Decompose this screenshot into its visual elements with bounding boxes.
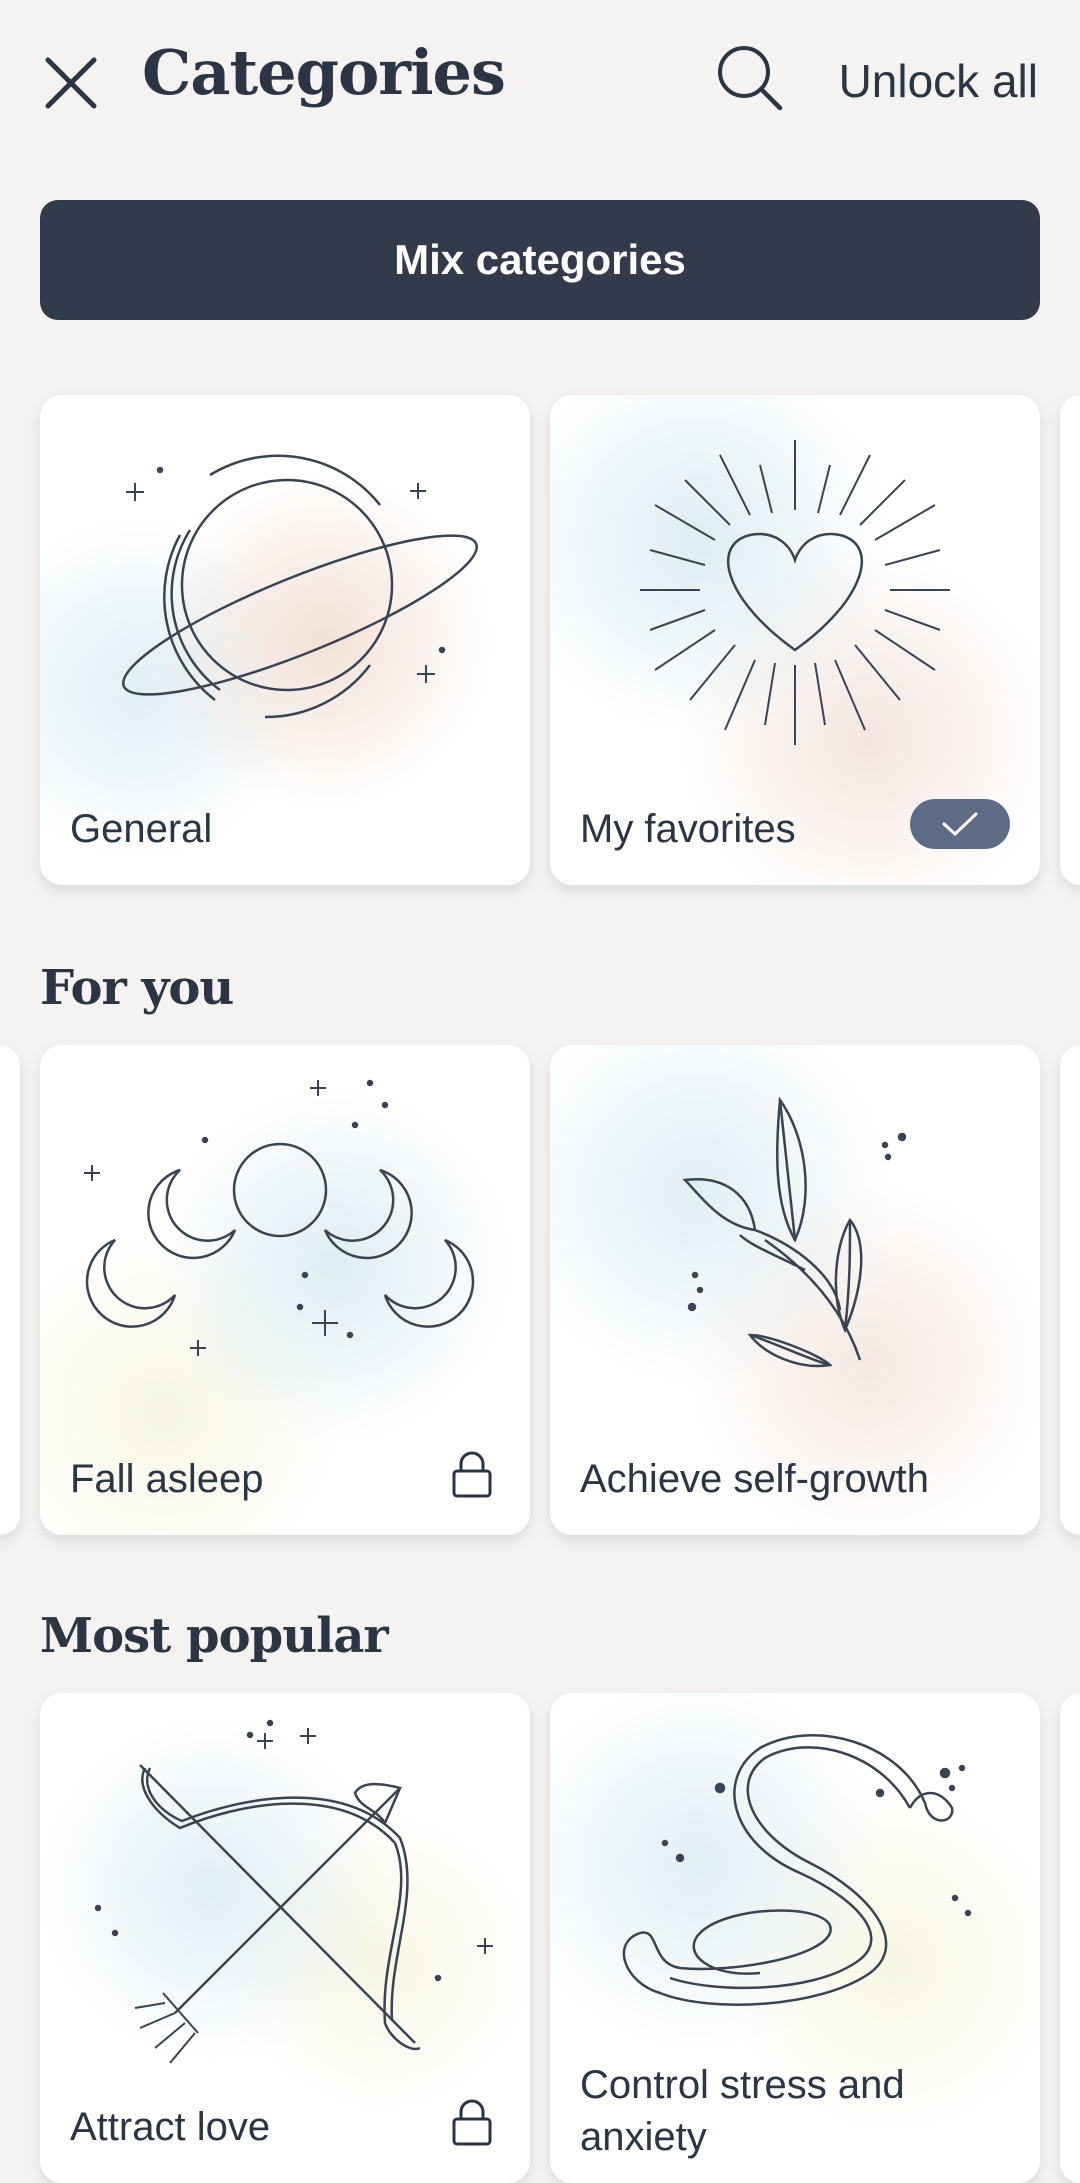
top-bar: Categories Unlock all (0, 0, 1080, 160)
category-card-fall-asleep[interactable]: Fall asleep (40, 1045, 530, 1535)
category-card-peek[interactable] (0, 1045, 20, 1535)
card-label: General (70, 807, 213, 851)
category-card-attract-love[interactable]: Attract love (40, 1693, 530, 2183)
category-card-peek[interactable] (1060, 1045, 1080, 1535)
category-card-control-stress-and-anxiety[interactable]: Control stress and anxiety (550, 1693, 1040, 2183)
lock-icon (452, 2099, 492, 2146)
mix-categories-button[interactable]: Mix categories (40, 200, 1040, 320)
section-title-for-you: For you (40, 960, 234, 1016)
card-label: Fall asleep (70, 1457, 264, 1501)
category-card-my-favorites[interactable]: My favorites (550, 395, 1040, 885)
section-title-most-popular: Most popular (40, 1608, 389, 1664)
category-card-peek[interactable] (1060, 1693, 1080, 2183)
card-label: Control stress and anxiety (580, 2063, 905, 2159)
page-title: Categories (142, 36, 506, 109)
checkmark-icon (942, 812, 978, 836)
card-label: Attract love (70, 2105, 271, 2149)
category-card-peek[interactable] (1060, 395, 1080, 885)
category-card-achieve-self-growth[interactable]: Achieve self-growth (550, 1045, 1040, 1535)
close-icon[interactable] (40, 52, 102, 114)
card-label: My favorites (580, 807, 796, 851)
category-card-general[interactable]: General (40, 395, 530, 885)
card-label: Achieve self-growth (580, 1457, 930, 1501)
search-icon[interactable] (712, 40, 786, 114)
selected-badge (910, 799, 1010, 849)
unlock-all-button[interactable]: Unlock all (839, 54, 1038, 108)
lock-icon (452, 1451, 492, 1498)
